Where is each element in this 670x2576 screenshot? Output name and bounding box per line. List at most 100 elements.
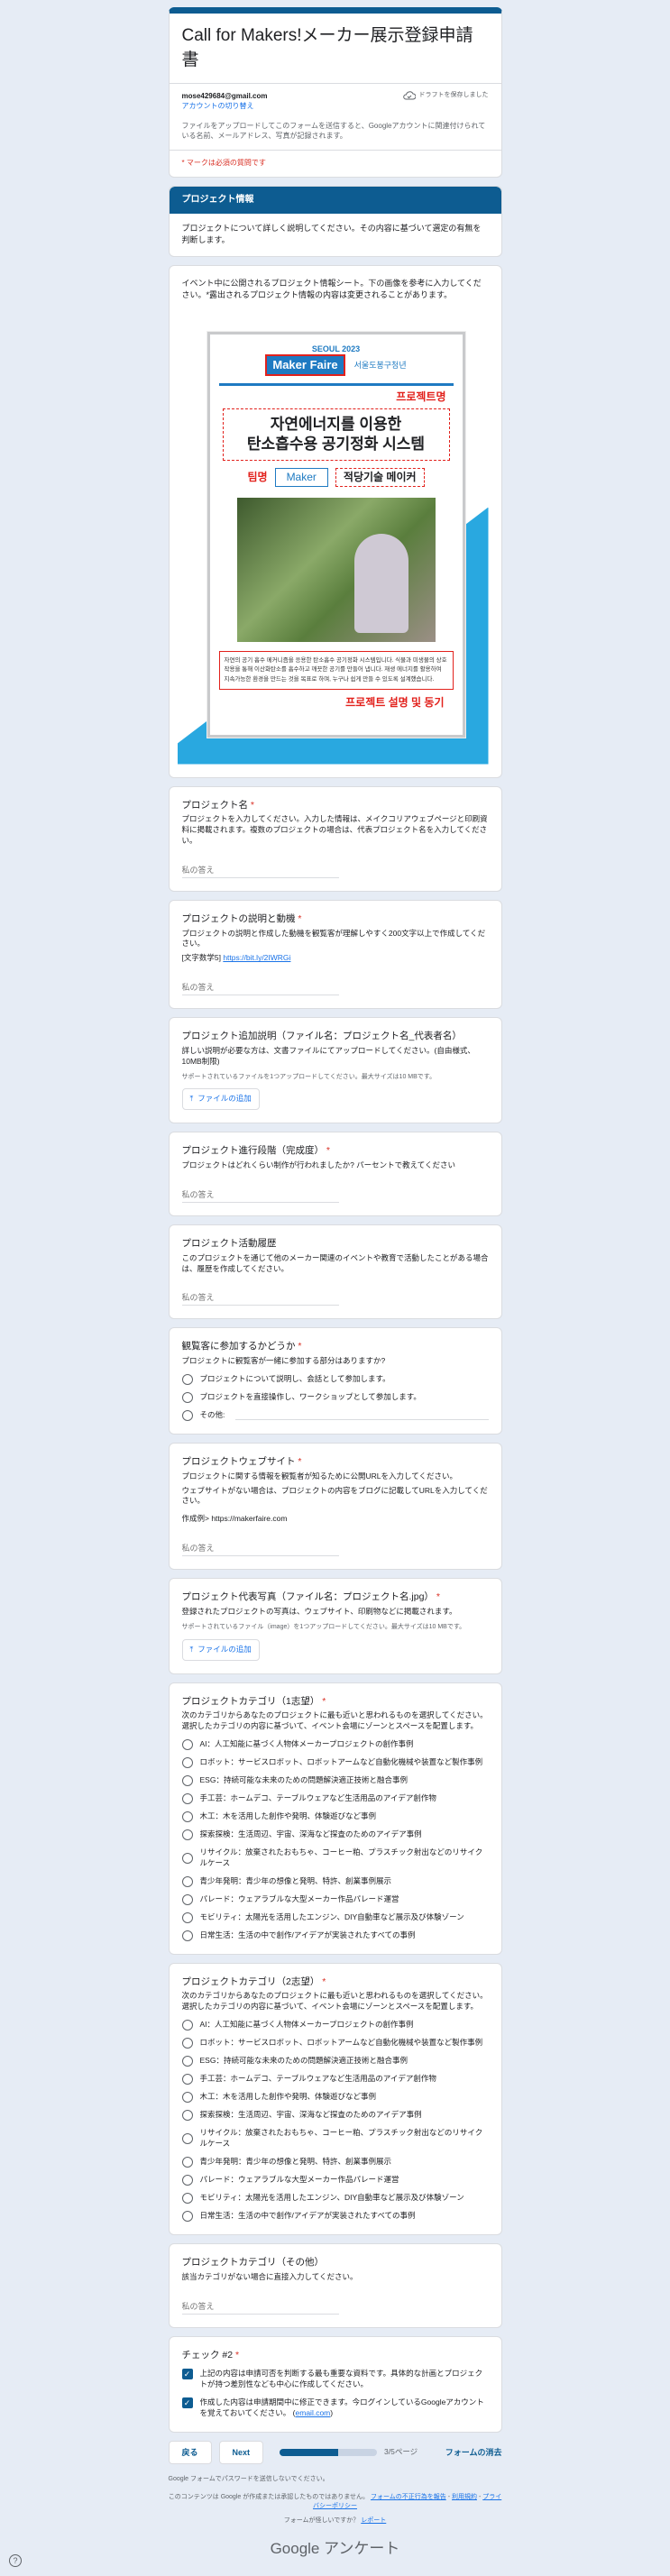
radio-button[interactable]	[181, 2193, 193, 2205]
question-activity-history: プロジェクト活動履歴 このプロジェクトを通じて他のメーカー関連のイベントや教育で…	[168, 1224, 502, 1320]
radio-button[interactable]	[181, 1911, 193, 1923]
radio-button[interactable]	[181, 2133, 193, 2145]
radio-option[interactable]: プロジェクトを直接操作し、ワークショップとして参加します。	[181, 1392, 489, 1403]
radio-button[interactable]	[181, 1811, 193, 1822]
radio-button[interactable]	[181, 2074, 193, 2086]
add-file-button[interactable]: ⤒ ファイルの追加	[181, 1088, 260, 1111]
help-icon[interactable]: ?	[9, 2554, 22, 2567]
question-description: 次のカテゴリからあなたのプロジェクトに最も近いと思われるものを選択してください。…	[181, 1710, 488, 1731]
question-additional-file: プロジェクト追加説明（ファイル名：プロジェクト名_代表者名） 詳しい説明が必要な…	[168, 1017, 502, 1124]
email-link[interactable]: email.com	[296, 2408, 331, 2417]
poster-maker-logo: Maker Faire	[265, 354, 345, 377]
radio-button[interactable]	[181, 1930, 193, 1941]
checkbox-option[interactable]: ✓ 上記の内容は申請可否を判断する最も重要な資料です。具体的な計画とプロジェクトが…	[181, 2369, 489, 2390]
category-option[interactable]: AI：人工知能に基づく人物体メーカープロジェクトの創作事例	[181, 2020, 489, 2031]
radio-button[interactable]	[181, 1374, 193, 1385]
account-email: mose429684@gmail.com	[181, 92, 268, 101]
category-option[interactable]: ESG：持続可能な未来のための問題解決適正技術と融合事例	[181, 2056, 489, 2067]
radio-button[interactable]	[181, 1829, 193, 1840]
switch-account-link[interactable]: アカウントの切り替え	[182, 101, 268, 111]
terms-link[interactable]: 利用規約	[452, 2494, 477, 2500]
upload-icon: ⤒	[189, 1644, 194, 1654]
radio-button[interactable]	[181, 1893, 193, 1905]
poster-project-label: 프로젝트명	[396, 390, 446, 404]
category-option[interactable]: ESG：持続可能な未来のための問題解決適正技術と融合事例	[181, 1774, 489, 1786]
category-option[interactable]: AI：人工知能に基づく人物体メーカープロジェクトの創作事例	[181, 1738, 489, 1750]
radio-button[interactable]	[181, 2110, 193, 2122]
question-description: 詳しい説明が必要な方は、文書ファイルにてアップロードしてください。(自由様式、1…	[181, 1045, 475, 1066]
category-option[interactable]: 探索探検：生活周辺、宇宙、深海など探査のためのアイデア事例	[181, 2110, 489, 2122]
checkbox-checked[interactable]: ✓	[181, 2397, 193, 2409]
category-option[interactable]: 青少年発明：青少年の想像と発明、特許、創業事例展示	[181, 2157, 489, 2168]
footer-disclaimer-row: このコンテンツは Google が作成または承認したものではありません。 フォー…	[168, 2494, 502, 2510]
next-button[interactable]: Next	[218, 2440, 264, 2465]
radio-button[interactable]	[181, 2020, 193, 2031]
question-category-2: プロジェクトカテゴリ（2志望） * 次のカテゴリからあなたのプロジェクトに最も近…	[168, 1962, 502, 2236]
poster-sheet: SEOUL 2023 Maker Faire 서울도봉구청년 프로젝트명 자연에…	[207, 331, 465, 738]
category-option[interactable]: リサイクル：放棄されたおもちゃ、コーヒー粕、プラスチック射出などのリサイクルケー…	[181, 2128, 489, 2150]
page-indicator: 3/5ページ	[384, 2447, 418, 2457]
progress-stage-input[interactable]	[181, 1187, 339, 1203]
category-other-input[interactable]	[181, 2298, 339, 2315]
question-description: プロジェクトはどれくらい制作が行われましたか? パーセントで教えてください	[181, 1160, 456, 1170]
radio-option[interactable]: プロジェクトについて説明し、会話として参加します。	[181, 1374, 489, 1385]
category-option[interactable]: ロボット：サービスロボット、ロボットアームなど自動化機械や装置など製作事例	[181, 2038, 489, 2049]
question-title: チェック #2 *	[181, 2349, 240, 2361]
category-option[interactable]: モビリティ：太陽光を活用したエンジン、DIY自動車など展示及び体験ゾーン	[181, 2193, 489, 2205]
checkbox-option[interactable]: ✓ 作成した内容は申請期間中に修正できます。今ログインしているGoogleアカウン…	[181, 2397, 489, 2419]
question-description: プロジェクトの説明と作成した動機を観覧客が理解しやすく200文字以上で作成してく…	[181, 928, 486, 949]
category-option[interactable]: 手工芸：ホームデコ、テーブルウェアなど生活用品のアイデア創作物	[181, 1792, 489, 1804]
question-project-name: プロジェクト名 * プロジェクトを入力してください。入力した情報は、メイクコリア…	[168, 785, 502, 892]
radio-button[interactable]	[181, 1738, 193, 1750]
clear-form-button[interactable]: フォームの消去	[445, 2447, 502, 2459]
poster-team-label: 팀명	[247, 471, 268, 484]
category-option[interactable]: 青少年発明：青少年の想像と発明、特許、創業事例展示	[181, 1875, 489, 1887]
report-abuse-link[interactable]: フォームの不正行為を報告	[371, 2494, 446, 2500]
question-title: プロジェクト進行段階（完成度） *	[181, 1145, 331, 1157]
upload-icon: ⤒	[189, 1094, 194, 1104]
poster-title-line1: 자연에너지를 이용한	[270, 416, 402, 434]
project-description-input[interactable]	[181, 980, 339, 996]
category-option[interactable]: 日常生活：生活の中で創作/アイデアが実装されたすべての事例	[181, 2211, 489, 2223]
category-option[interactable]: 手工芸：ホームデコ、テーブルウェアなど生活用品のアイデア創作物	[181, 2074, 489, 2086]
question-website: プロジェクトウェブサイト * プロジェクトに関する情報を観覧者が知るために公開U…	[168, 1443, 502, 1571]
category-option[interactable]: 木工：木を活用した創作や発明、体験遊びなど事例	[181, 2092, 489, 2104]
question-title: プロジェクトの説明と動機 *	[181, 912, 302, 924]
activity-history-input[interactable]	[181, 1290, 339, 1306]
question-title: プロジェクト追加説明（ファイル名：プロジェクト名_代表者名）	[181, 1031, 462, 1042]
category-option[interactable]: 木工：木を活用した創作や発明、体験遊びなど事例	[181, 1811, 489, 1822]
category-option[interactable]: モビリティ：太陽光を活用したエンジン、DIY自動車など展示及び体験ゾーン	[181, 1911, 489, 1923]
add-photo-button[interactable]: ⤒ ファイルの追加	[181, 1638, 260, 1661]
category-option[interactable]: リサイクル：放棄されたおもちゃ、コーヒー粕、プラスチック射出などのリサイクルケー…	[181, 1847, 489, 1869]
radio-button[interactable]	[181, 2092, 193, 2104]
back-button[interactable]: 戻る	[168, 2440, 212, 2465]
radio-button[interactable]	[181, 2175, 193, 2186]
radio-button[interactable]	[181, 1852, 193, 1864]
project-name-input[interactable]	[181, 862, 339, 878]
radio-button[interactable]	[181, 1774, 193, 1786]
radio-button[interactable]	[181, 1392, 193, 1403]
radio-button[interactable]	[181, 1875, 193, 1887]
report-link[interactable]: レポート	[361, 2517, 386, 2524]
category-option[interactable]: 探索探検：生活周辺、宇宙、深海など探査のためのアイデア事例	[181, 1829, 489, 1840]
category-option[interactable]: 日常生活：生活の中で創作/アイデアが実装されたすべての事例	[181, 1930, 489, 1941]
char-count-link[interactable]: https://bit.ly/2IWRGi	[223, 953, 290, 962]
radio-button[interactable]	[181, 1792, 193, 1804]
question-title: プロジェクト活動履歴	[181, 1237, 277, 1249]
radio-button[interactable]	[181, 2157, 193, 2168]
checkbox-checked[interactable]: ✓	[181, 2369, 193, 2380]
radio-button[interactable]	[181, 2211, 193, 2223]
radio-button[interactable]	[181, 2038, 193, 2049]
cloud-check-icon	[402, 91, 416, 100]
category-option[interactable]: パレード：ウェアラブルな大型メーカー作品パレード運営	[181, 1893, 489, 1905]
category-option[interactable]: パレード：ウェアラブルな大型メーカー作品パレード運営	[181, 2175, 489, 2186]
radio-option-other[interactable]: その他:	[181, 1410, 489, 1421]
radio-button[interactable]	[181, 1410, 193, 1421]
poster-team-box: Maker	[274, 468, 328, 488]
poster-intro: イベント中に公開されるプロジェクト情報シート。下の画像を参考に入力してください。…	[181, 279, 482, 299]
website-input[interactable]	[181, 1541, 339, 1557]
radio-button[interactable]	[181, 1756, 193, 1768]
radio-button[interactable]	[181, 2056, 193, 2067]
question-description-2: ウェブサイトがない場合は、プロジェクトの内容をブログに記載してURLを入力してく…	[181, 1485, 488, 1506]
category-option[interactable]: ロボット：サービスロボット、ロボットアームなど自動化機械や装置など製作事例	[181, 1756, 489, 1768]
